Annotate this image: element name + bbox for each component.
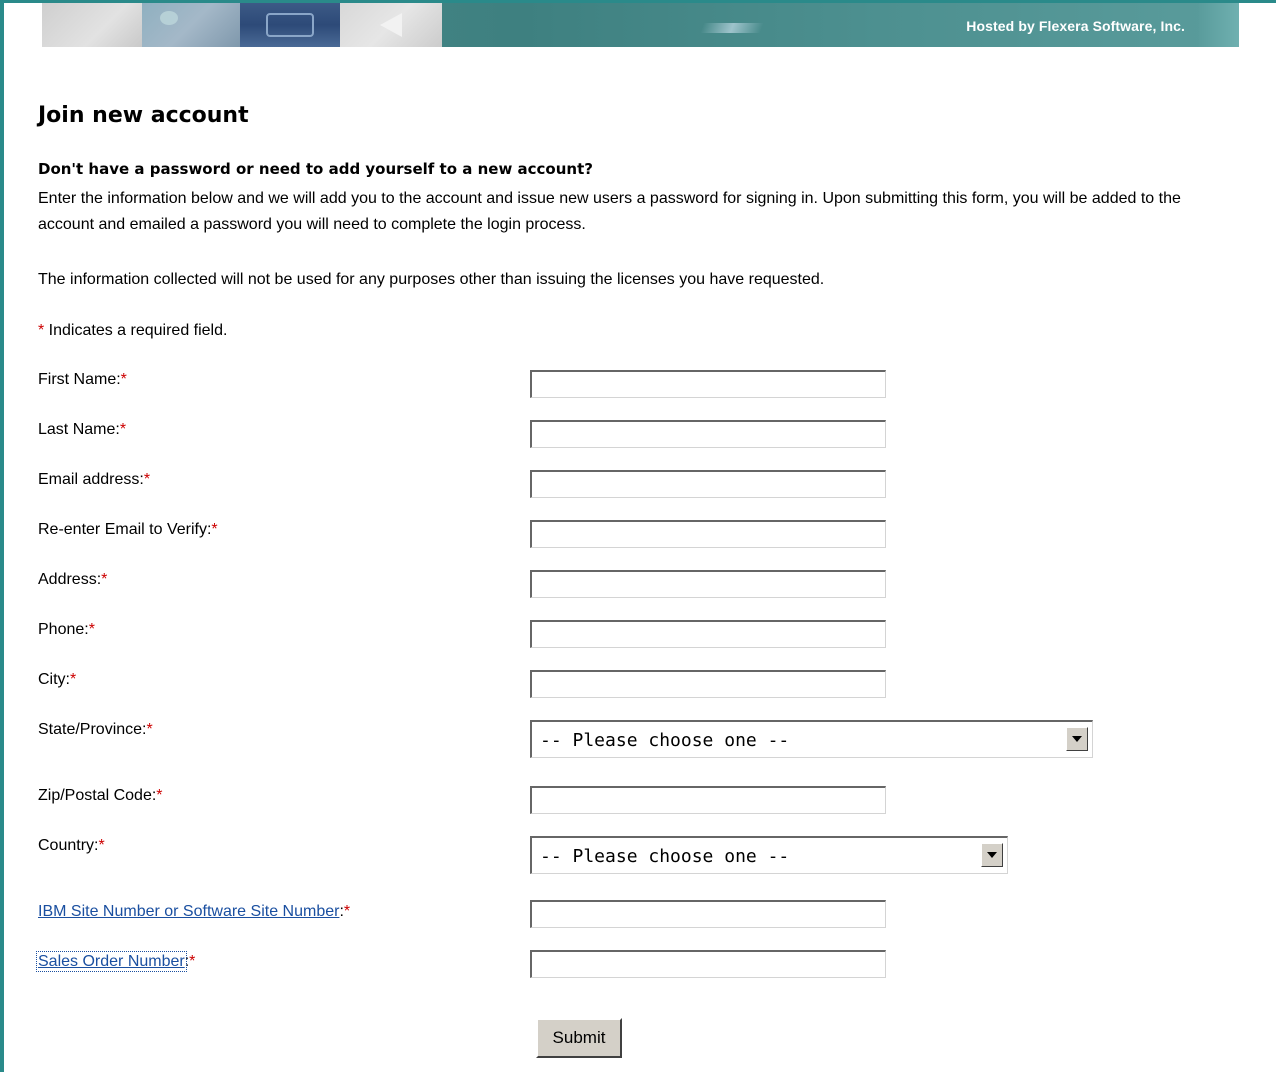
submit-button[interactable]: Submit [536,1018,622,1058]
first-name-input[interactable] [530,370,886,398]
required-asterisk: * [70,671,77,688]
intro-text: Enter the information below and we will … [38,190,1181,233]
state-province-label: State/Province:* [38,721,153,739]
site-number-input[interactable] [530,900,886,928]
address-label-text: Address: [38,571,102,588]
email-verify-label: Re-enter Email to Verify:* [38,521,218,539]
phone-input[interactable] [530,620,886,648]
required-asterisk: * [143,471,151,488]
country-select[interactable]: -- Please choose one -- [530,836,1008,874]
sales-order-help-link[interactable]: Sales Order Number [36,951,187,972]
address-input[interactable] [530,570,886,598]
phone-label-text: Phone: [38,621,89,638]
required-asterisk: * [98,837,105,854]
last-name-input[interactable] [530,420,886,448]
required-asterisk: * [101,571,108,588]
email-verify-label-text: Re-enter Email to Verify: [38,521,212,538]
header-banner: Hosted by Flexera Software, Inc. [42,3,1239,47]
city-label: City:* [38,671,76,689]
last-name-label: Last Name:* [38,421,126,439]
banner-right-cap [1199,3,1239,47]
required-asterisk: * [146,721,153,738]
address-label: Address:* [38,571,107,589]
phone-label: Phone:* [38,621,95,639]
country-label-text: Country: [38,837,99,854]
required-field-note: * Indicates a required field. [38,322,227,340]
site-number-label: IBM Site Number or Software Site Number:… [38,903,350,921]
required-asterisk: * [156,787,163,804]
required-note-label: Indicates a required field. [44,322,228,339]
banner-image-tile [142,3,240,47]
required-asterisk: * [120,371,127,388]
last-name-label-text: Last Name: [38,421,120,438]
zip-label-text: Zip/Postal Code: [38,787,157,804]
subheading: Don't have a password or need to add you… [38,160,593,178]
required-asterisk: * [211,521,218,538]
required-asterisk: * [189,953,196,970]
privacy-text: The information collected will not be us… [38,271,825,288]
banner-image-tile [42,3,142,47]
email-input[interactable] [530,470,886,498]
country-label: Country:* [38,837,105,855]
state-province-select[interactable]: -- Please choose one -- [530,720,1093,758]
country-selected-value: -- Please choose one -- [540,846,790,867]
state-province-label-text: State/Province: [38,721,147,738]
page-title: Join new account [38,103,249,128]
email-verify-input[interactable] [530,520,886,548]
zip-input[interactable] [530,786,886,814]
chevron-down-icon[interactable] [1066,727,1088,751]
arrow-left-icon [380,13,402,37]
email-label-text: Email address: [38,471,144,488]
required-asterisk: * [343,903,351,920]
city-label-text: City: [38,671,70,688]
monitor-icon [266,13,314,37]
required-asterisk: * [88,621,95,638]
city-input[interactable] [530,670,886,698]
email-label: Email address:* [38,471,150,489]
first-name-label: First Name:* [38,371,127,389]
banner-image-tile [340,3,442,47]
site-number-help-link[interactable]: IBM Site Number or Software Site Number [38,903,339,920]
sales-order-label: Sales Order Number:* [36,951,196,972]
chevron-down-icon[interactable] [981,843,1003,867]
hosted-by-text: Hosted by Flexera Software, Inc. [966,18,1185,34]
first-name-label-text: First Name: [38,371,121,388]
state-province-selected-value: -- Please choose one -- [540,730,790,751]
banner-decoration [700,23,764,33]
banner-image-tile [240,3,340,47]
window-frame-left [0,0,4,1072]
globe-icon [160,11,178,25]
zip-label: Zip/Postal Code:* [38,787,163,805]
sales-order-input[interactable] [530,950,886,978]
required-asterisk: * [119,421,127,438]
